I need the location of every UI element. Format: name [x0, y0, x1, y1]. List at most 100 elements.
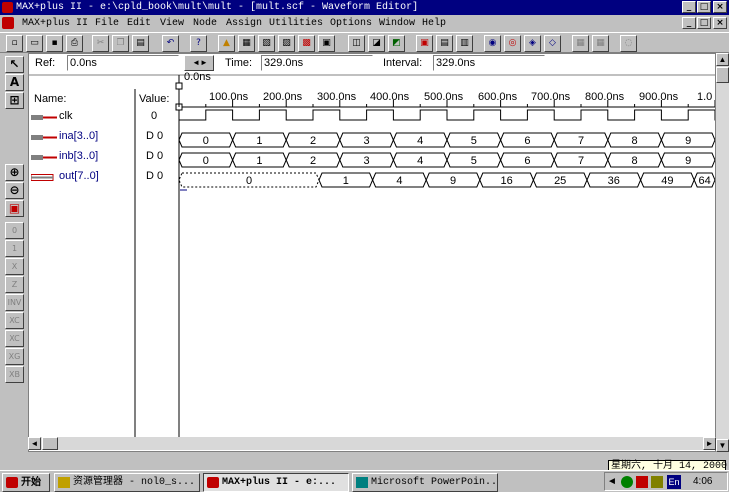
- signal-name-clk[interactable]: clk: [59, 110, 72, 122]
- signal-value-clk: 0: [151, 110, 158, 122]
- ime-icon[interactable]: [636, 476, 648, 488]
- time-field[interactable]: 329.0ns: [261, 55, 373, 71]
- volume-icon[interactable]: ◄: [607, 476, 617, 487]
- timing-analyzer-icon[interactable]: ◫: [348, 35, 365, 52]
- explorer-icon: [58, 477, 70, 488]
- clock[interactable]: 4:06: [693, 476, 712, 487]
- signal-name-inb[interactable]: inb[3..0]: [59, 150, 98, 162]
- menu-view[interactable]: View: [160, 15, 184, 32]
- open-icon[interactable]: ▭: [26, 35, 43, 52]
- menu-maxplus[interactable]: MAX+plus II: [22, 15, 88, 32]
- interval-field[interactable]: 329.0ns: [433, 55, 545, 71]
- task-maxplus[interactable]: MAX+plus II - e:...: [203, 473, 349, 492]
- menu-utilities[interactable]: Utilities: [269, 15, 323, 32]
- close-button[interactable]: ×: [713, 1, 727, 13]
- menu-options[interactable]: Options: [330, 15, 372, 32]
- undo-icon[interactable]: ↶: [162, 35, 179, 52]
- maxplus-icon: [207, 477, 219, 488]
- signal-name-ina[interactable]: ina[3..0]: [59, 130, 98, 142]
- one-icon[interactable]: 1: [5, 240, 24, 257]
- task-powerpoint[interactable]: Microsoft PowerPoin...: [352, 473, 498, 492]
- save-compile-icon[interactable]: ▧: [258, 35, 275, 52]
- save-icon[interactable]: ▪: [46, 35, 63, 52]
- vertical-scrollbar[interactable]: ▲ ▼: [716, 53, 729, 452]
- menu-edit[interactable]: Edit: [127, 15, 151, 32]
- minimize-button[interactable]: _: [682, 1, 696, 13]
- title-bar: MAX+plus II - e:\cpld_book\mult\mult - […: [0, 0, 729, 15]
- copy-icon[interactable]: ❐: [112, 35, 129, 52]
- symbol-editor-icon[interactable]: ▦: [592, 35, 609, 52]
- project-icon[interactable]: ◈: [524, 35, 541, 52]
- menu-node[interactable]: Node: [193, 15, 217, 32]
- zero-icon[interactable]: 0: [5, 222, 24, 239]
- undefined-x-icon[interactable]: X: [5, 258, 24, 275]
- child-close-button[interactable]: ×: [713, 17, 727, 29]
- fit-icon[interactable]: ▣: [5, 200, 24, 217]
- paste-icon[interactable]: ▤: [132, 35, 149, 52]
- print-icon[interactable]: ⎙: [66, 35, 83, 52]
- simulator-icon[interactable]: ▣: [318, 35, 335, 52]
- new-icon[interactable]: ▫: [6, 35, 23, 52]
- open-file-icon[interactable]: ◩: [388, 35, 405, 52]
- text-editor-icon[interactable]: ◇: [544, 35, 561, 52]
- child-window-icon[interactable]: [2, 17, 14, 29]
- horizontal-scroll-thumb[interactable]: [42, 437, 58, 450]
- network-icon[interactable]: [621, 476, 633, 488]
- selection-tool-icon[interactable]: ↖: [5, 56, 24, 73]
- signal-name-out[interactable]: out[7..0]: [59, 170, 99, 182]
- find-node-icon[interactable]: ▣: [416, 35, 433, 52]
- input-pin-icon: [31, 115, 57, 120]
- inb-segment-value: 6: [524, 155, 530, 167]
- zoom-search-icon[interactable]: ◌: [620, 35, 637, 52]
- maximize-button[interactable]: □: [697, 1, 711, 13]
- report-icon[interactable]: ▥: [456, 35, 473, 52]
- out-segment-value: 1: [343, 175, 349, 187]
- compiler-icon[interactable]: ▩: [298, 35, 315, 52]
- zoom-out-icon[interactable]: ⊖: [5, 182, 24, 199]
- scroll-left-button[interactable]: ◄: [28, 437, 41, 450]
- multiply-value-icon[interactable]: XB: [5, 366, 24, 383]
- waveform-select-icon[interactable]: ⊞: [5, 92, 24, 109]
- ref-step-arrows[interactable]: ◄►: [184, 55, 214, 71]
- hierarchy-up-icon[interactable]: ▲: [218, 35, 235, 52]
- help-pointer-icon[interactable]: ?: [190, 35, 207, 52]
- ruler-label: 600.0ns: [478, 91, 518, 103]
- find-next-icon[interactable]: ▤: [436, 35, 453, 52]
- menu-window[interactable]: Window: [379, 15, 415, 32]
- floorplan-icon[interactable]: ▦: [238, 35, 255, 52]
- invert-icon[interactable]: INV: [5, 294, 24, 311]
- app-icon[interactable]: [2, 2, 13, 13]
- name-column-header: Name:: [34, 93, 67, 105]
- programmer-icon[interactable]: ◪: [368, 35, 385, 52]
- graphic-editor-icon[interactable]: ▦: [572, 35, 589, 52]
- task-explorer[interactable]: 资源管理器 - nol0_s...: [54, 473, 200, 492]
- save-simulate-icon[interactable]: ▨: [278, 35, 295, 52]
- horizontal-scrollbar[interactable]: ◄ ►: [28, 437, 716, 450]
- child-minimize-button[interactable]: _: [682, 17, 696, 29]
- vertical-scroll-thumb[interactable]: [716, 67, 729, 83]
- scroll-right-button[interactable]: ►: [703, 437, 716, 450]
- cut-icon[interactable]: ✂: [92, 35, 109, 52]
- scroll-down-button[interactable]: ▼: [716, 439, 729, 452]
- message-icon[interactable]: ◉: [484, 35, 501, 52]
- menu-assign[interactable]: Assign: [226, 15, 262, 32]
- waveform-editor: Ref: 0.0ns ◄► Time: 329.0ns Interval: 32…: [28, 53, 716, 452]
- waveform-icon[interactable]: ◎: [504, 35, 521, 52]
- clock-value-icon[interactable]: XC: [5, 330, 24, 347]
- scroll-up-button[interactable]: ▲: [716, 53, 729, 66]
- printer-icon[interactable]: [651, 476, 663, 488]
- child-restore-button[interactable]: □: [697, 17, 711, 29]
- zoom-in-icon[interactable]: ⊕: [5, 164, 24, 181]
- count-value-icon[interactable]: XC: [5, 312, 24, 329]
- ref-field[interactable]: 0.0ns: [67, 55, 179, 71]
- inb-segment-value: 9: [685, 155, 691, 167]
- text-tool-icon[interactable]: A: [5, 74, 24, 91]
- menu-help[interactable]: Help: [422, 15, 446, 32]
- high-z-icon[interactable]: Z: [5, 276, 24, 293]
- language-indicator[interactable]: En: [667, 475, 681, 489]
- group-value-icon[interactable]: XG: [5, 348, 24, 365]
- menu-file[interactable]: File: [95, 15, 119, 32]
- clk-waveform[interactable]: [179, 109, 715, 121]
- start-button[interactable]: 开始: [2, 473, 50, 492]
- waveforms[interactable]: 0 1 2 3 4 5 6 7 8 90 1 2 3 4 5 6 7 8 90 1 4 9 16 25 36 49 64: [179, 104, 715, 194]
